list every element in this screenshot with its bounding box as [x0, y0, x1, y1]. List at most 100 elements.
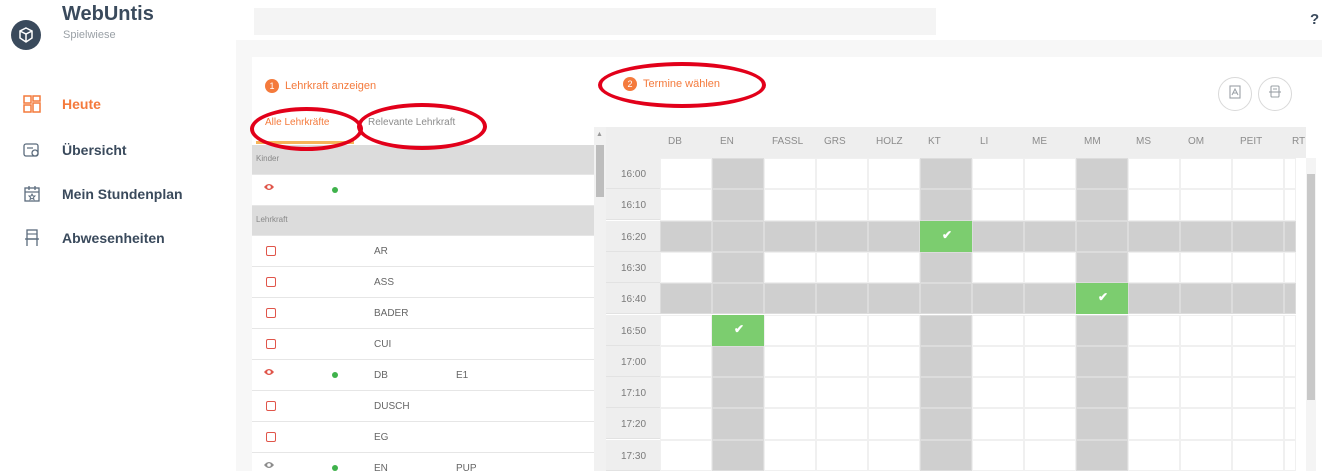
webuntis-logo-icon[interactable] — [11, 20, 41, 50]
time-slot[interactable] — [972, 158, 1024, 190]
time-slot[interactable] — [868, 158, 920, 190]
time-slot[interactable] — [920, 158, 972, 190]
time-slot[interactable] — [816, 314, 868, 346]
time-slot[interactable] — [868, 377, 920, 409]
time-slot[interactable] — [1180, 158, 1232, 190]
time-slot[interactable] — [1024, 251, 1076, 284]
time-slot[interactable] — [1128, 345, 1180, 378]
time-slot[interactable] — [1232, 408, 1284, 440]
time-slot[interactable] — [712, 189, 764, 221]
time-slot[interactable] — [1128, 408, 1180, 440]
time-slot[interactable] — [1076, 408, 1128, 440]
time-slot[interactable] — [816, 251, 868, 284]
time-slot[interactable] — [1232, 220, 1284, 252]
nav-item-heute[interactable]: Heute — [0, 90, 236, 118]
time-slot[interactable] — [972, 345, 1024, 378]
checkbox-icon[interactable] — [266, 246, 276, 256]
eye-icon[interactable] — [263, 367, 275, 380]
eye-icon[interactable] — [263, 460, 275, 471]
time-slot[interactable] — [1284, 377, 1296, 409]
time-slot[interactable] — [1284, 314, 1296, 346]
time-slot[interactable] — [1284, 189, 1296, 221]
grid-scrollbar[interactable] — [1306, 158, 1316, 471]
time-slot[interactable] — [660, 408, 712, 440]
list-item[interactable]: ASS — [252, 267, 594, 298]
time-slot[interactable] — [660, 314, 712, 346]
time-slot[interactable] — [1232, 158, 1284, 190]
time-slot[interactable] — [1284, 251, 1296, 284]
time-slot[interactable] — [1024, 158, 1076, 190]
time-slot[interactable] — [868, 345, 920, 378]
time-slot[interactable] — [920, 345, 972, 378]
time-slot[interactable] — [1180, 314, 1232, 346]
tab-relevante-lehrkraft[interactable]: Relevante Lehrkraft — [368, 117, 455, 128]
time-slot[interactable] — [816, 345, 868, 378]
time-slot[interactable] — [816, 158, 868, 190]
list-item[interactable]: AR — [252, 236, 594, 267]
time-slot[interactable] — [660, 220, 712, 252]
time-slot[interactable] — [1128, 283, 1180, 315]
time-slot[interactable] — [1128, 158, 1180, 190]
list-item[interactable]: EN PUP — [252, 453, 594, 471]
time-slot[interactable] — [1128, 189, 1180, 221]
list-item[interactable]: CUI — [252, 329, 594, 360]
checkbox-icon[interactable] — [266, 339, 276, 349]
time-slot[interactable] — [816, 189, 868, 221]
time-slot[interactable] — [1180, 220, 1232, 252]
time-slot[interactable] — [1024, 408, 1076, 440]
time-slot[interactable] — [660, 158, 712, 190]
nav-item-uebersicht[interactable]: Übersicht — [0, 136, 236, 164]
list-item[interactable]: DB E1 — [252, 360, 594, 391]
time-slot[interactable] — [1076, 314, 1128, 346]
time-slot[interactable] — [712, 220, 764, 252]
time-slot[interactable] — [660, 377, 712, 409]
time-slot[interactable] — [1076, 158, 1128, 190]
time-slot[interactable] — [712, 408, 764, 440]
time-slot[interactable] — [1180, 251, 1232, 284]
time-slot[interactable] — [920, 251, 972, 284]
time-slot[interactable] — [868, 283, 920, 315]
time-slot[interactable] — [712, 251, 764, 284]
time-slot[interactable] — [1232, 189, 1284, 221]
time-slot[interactable] — [1284, 283, 1296, 315]
time-slot[interactable] — [1284, 345, 1296, 378]
time-slot[interactable] — [764, 251, 816, 284]
time-slot[interactable] — [712, 283, 764, 315]
time-slot[interactable] — [1024, 283, 1076, 315]
time-slot[interactable] — [1024, 377, 1076, 409]
time-slot[interactable] — [764, 283, 816, 315]
time-slot[interactable] — [920, 314, 972, 346]
time-slot[interactable] — [764, 220, 816, 252]
time-slot[interactable] — [1232, 251, 1284, 284]
time-slot[interactable] — [972, 251, 1024, 284]
time-slot[interactable] — [1128, 314, 1180, 346]
time-slot[interactable] — [1232, 345, 1284, 378]
list-item[interactable] — [252, 175, 594, 206]
time-slot[interactable] — [660, 251, 712, 284]
time-slot[interactable] — [1284, 158, 1296, 190]
time-slot[interactable] — [1232, 314, 1284, 346]
time-slot[interactable] — [1076, 377, 1128, 409]
time-slot[interactable] — [868, 251, 920, 284]
nav-item-abwesenheiten[interactable]: Abwesenheiten — [0, 224, 236, 252]
time-slot[interactable] — [660, 189, 712, 221]
time-slot[interactable] — [1284, 220, 1296, 252]
time-slot[interactable] — [816, 283, 868, 315]
list-scrollbar-thumb[interactable] — [596, 145, 604, 197]
time-slot[interactable] — [764, 158, 816, 190]
time-slot[interactable] — [972, 439, 1024, 471]
time-slot[interactable] — [920, 189, 972, 221]
time-slot[interactable] — [712, 377, 764, 409]
time-slot[interactable] — [816, 220, 868, 252]
time-slot[interactable] — [972, 314, 1024, 346]
time-slot[interactable] — [920, 283, 972, 315]
time-slot[interactable] — [868, 189, 920, 221]
time-slot[interactable] — [868, 220, 920, 252]
time-slot[interactable] — [1076, 189, 1128, 221]
checkbox-icon[interactable] — [266, 432, 276, 442]
checkbox-icon[interactable] — [266, 308, 276, 318]
time-slot[interactable] — [972, 283, 1024, 315]
time-slot[interactable] — [764, 439, 816, 471]
time-slot[interactable] — [1076, 220, 1128, 252]
time-slot[interactable] — [920, 439, 972, 471]
